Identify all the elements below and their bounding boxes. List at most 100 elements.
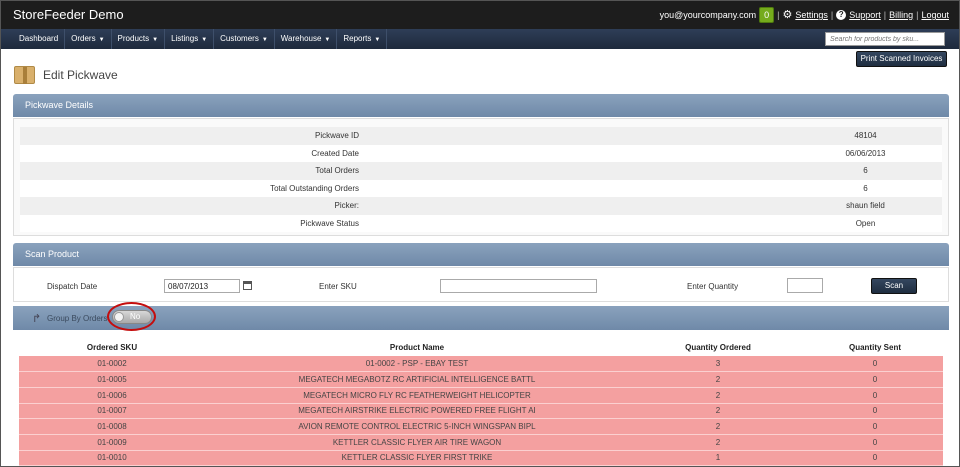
nav-item-label: Products xyxy=(117,34,150,43)
enter-sku-label: Enter SKU xyxy=(319,282,357,291)
detail-value: 6 xyxy=(863,183,868,193)
settings-link[interactable]: Settings xyxy=(795,10,828,20)
quantity-input[interactable] xyxy=(787,278,823,293)
cell-quantity-ordered: 2 xyxy=(629,418,807,435)
cell-product-name: MEGATECH MICRO FLY RC FEATHERWEIGHT HELI… xyxy=(205,387,629,404)
scan-button[interactable]: Scan xyxy=(871,278,917,294)
detail-label: Picker: xyxy=(334,201,359,211)
table-row[interactable]: 01-0005 MEGATECH MEGABOTZ RC ARTIFICIAL I… xyxy=(19,371,943,388)
return-arrow-icon: ↱ xyxy=(32,313,42,325)
cell-quantity-sent: 0 xyxy=(807,450,943,466)
nav-item-warehouse[interactable]: Warehouse ▼ xyxy=(275,29,338,49)
table-row[interactable]: 01-0008 AVION REMOTE CONTROL ELECTRIC 5-I… xyxy=(19,418,943,435)
gear-icon: ⚙ xyxy=(782,9,793,21)
billing-link[interactable]: Billing xyxy=(889,10,913,20)
logout-link[interactable]: Logout xyxy=(921,10,949,20)
detail-label: Created Date xyxy=(311,148,359,158)
column-header-product-name[interactable]: Product Name xyxy=(205,339,629,356)
highlight-annotation-ring xyxy=(107,302,156,331)
cell-product-name: KETTLER CLASSIC FLYER FIRST TRIKE xyxy=(205,450,629,466)
dispatch-date-input[interactable] xyxy=(164,279,240,293)
detail-label: Pickwave Status xyxy=(300,218,359,228)
table-row[interactable]: 01-0010 KETTLER CLASSIC FLYER FIRST TRIKE… xyxy=(19,450,943,466)
table-row[interactable]: 01-0009 KETTLER CLASSIC FLYER AIR TIRE WA… xyxy=(19,434,943,451)
product-search-input[interactable] xyxy=(825,32,945,46)
notification-badge[interactable]: 0 xyxy=(759,7,775,23)
nav-item-dashboard[interactable]: Dashboard xyxy=(13,29,66,49)
cell-quantity-sent: 0 xyxy=(807,371,943,388)
cell-quantity-sent: 0 xyxy=(807,403,943,420)
group-by-orders-label: Group By Orders xyxy=(47,314,108,323)
table-header-row: Ordered SKU Product Name Quantity Ordere… xyxy=(19,339,943,356)
detail-row: Total Orders 6 xyxy=(20,162,942,180)
cell-quantity-sent: 0 xyxy=(807,387,943,404)
scan-product-header: Scan Product xyxy=(13,243,949,266)
detail-value: Open xyxy=(855,218,876,228)
detail-label: Total Orders xyxy=(315,166,359,176)
nav-item-label: Listings xyxy=(171,34,199,43)
nav-item-label: Customers xyxy=(220,34,259,43)
support-link[interactable]: Support xyxy=(849,10,881,20)
cell-ordered-sku: 01-0007 xyxy=(19,403,205,420)
nav-item-products[interactable]: Products ▼ xyxy=(112,29,166,49)
nav-item-label: Reports xyxy=(343,34,372,43)
column-header-ordered-sku[interactable]: Ordered SKU xyxy=(19,339,205,356)
enter-quantity-label: Enter Quantity xyxy=(687,282,739,291)
separator: | xyxy=(883,10,887,20)
detail-value-cell: Open xyxy=(359,219,942,228)
cell-quantity-ordered: 3 xyxy=(629,356,807,373)
column-header-quantity-sent[interactable]: Quantity Sent xyxy=(807,339,943,356)
nav-item-label: Orders xyxy=(71,34,96,43)
detail-row: Total Outstanding Orders 6 xyxy=(20,179,942,197)
detail-row: Picker: shaun field xyxy=(20,197,942,215)
separator: | xyxy=(830,10,834,20)
user-menu: you@yourcompany.com 0 | ⚙ Settings | ? S… xyxy=(660,7,949,23)
cell-ordered-sku: 01-0008 xyxy=(19,418,205,435)
calendar-icon[interactable] xyxy=(243,281,252,290)
detail-value-cell: 48104 xyxy=(359,131,942,140)
cell-quantity-ordered: 2 xyxy=(629,434,807,451)
sku-input[interactable] xyxy=(440,279,597,293)
pickwave-details-header: Pickwave Details xyxy=(13,94,949,117)
detail-value: 48104 xyxy=(854,131,877,141)
detail-row: Pickwave Status Open xyxy=(20,214,942,232)
print-scanned-invoices-button[interactable]: Print Scanned Invoices xyxy=(856,51,947,67)
cell-product-name: KETTLER CLASSIC FLYER AIR TIRE WAGON xyxy=(205,434,629,451)
cell-ordered-sku: 01-0002 xyxy=(19,356,205,373)
cell-quantity-sent: 0 xyxy=(807,356,943,373)
caret-down-icon: ▼ xyxy=(324,37,331,43)
detail-value-cell: 6 xyxy=(359,166,942,175)
nav-item-reports[interactable]: Reports ▼ xyxy=(337,29,388,49)
separator: | xyxy=(777,10,780,20)
cell-product-name: MEGATECH AIRSTRIKE ELECTRIC POWERED FREE… xyxy=(205,403,629,420)
detail-value-cell: shaun field xyxy=(359,201,942,210)
caret-down-icon: ▼ xyxy=(152,37,159,43)
pickwave-details-panel: Pickwave ID 48104 Created Date 06/06/2013 To… xyxy=(13,118,949,236)
cell-ordered-sku: 01-0006 xyxy=(19,387,205,404)
table-row[interactable]: 01-0002 01-0002 - PSP - EBAY TEST 3 0 xyxy=(19,356,943,373)
app-title: StoreFeeder Demo xyxy=(13,7,124,22)
detail-value: 6 xyxy=(863,166,868,176)
caret-down-icon: ▼ xyxy=(98,37,105,43)
separator: | xyxy=(916,10,919,20)
dispatch-date-label: Dispatch Date xyxy=(47,282,98,291)
user-email: you@yourcompany.com xyxy=(659,10,757,20)
cell-quantity-ordered: 2 xyxy=(629,403,807,420)
nav-item-orders[interactable]: Orders ▼ xyxy=(65,29,112,49)
scan-product-panel: Dispatch Date Enter SKU Enter Quantity S… xyxy=(13,267,949,302)
detail-row: Created Date 06/06/2013 xyxy=(20,144,942,162)
cell-quantity-sent: 0 xyxy=(807,434,943,451)
detail-row: Pickwave ID 48104 xyxy=(20,127,942,145)
table-row[interactable]: 01-0006 MEGATECH MICRO FLY RC FEATHERWEIG… xyxy=(19,387,943,404)
cell-ordered-sku: 01-0009 xyxy=(19,434,205,451)
caret-down-icon: ▼ xyxy=(374,37,381,43)
pickwave-items-table: Ordered SKU Product Name Quantity Ordere… xyxy=(19,339,943,466)
cell-quantity-ordered: 2 xyxy=(629,387,807,404)
nav-item-listings[interactable]: Listings ▼ xyxy=(165,29,215,49)
detail-value-cell: 6 xyxy=(359,184,942,193)
nav-item-customers[interactable]: Customers ▼ xyxy=(214,29,275,49)
table-row[interactable]: 01-0007 MEGATECH AIRSTRIKE ELECTRIC POWER… xyxy=(19,403,943,420)
detail-label: Pickwave ID xyxy=(314,131,359,141)
detail-value: 06/06/2013 xyxy=(845,148,886,158)
column-header-quantity-ordered[interactable]: Quantity Ordered xyxy=(629,339,807,356)
